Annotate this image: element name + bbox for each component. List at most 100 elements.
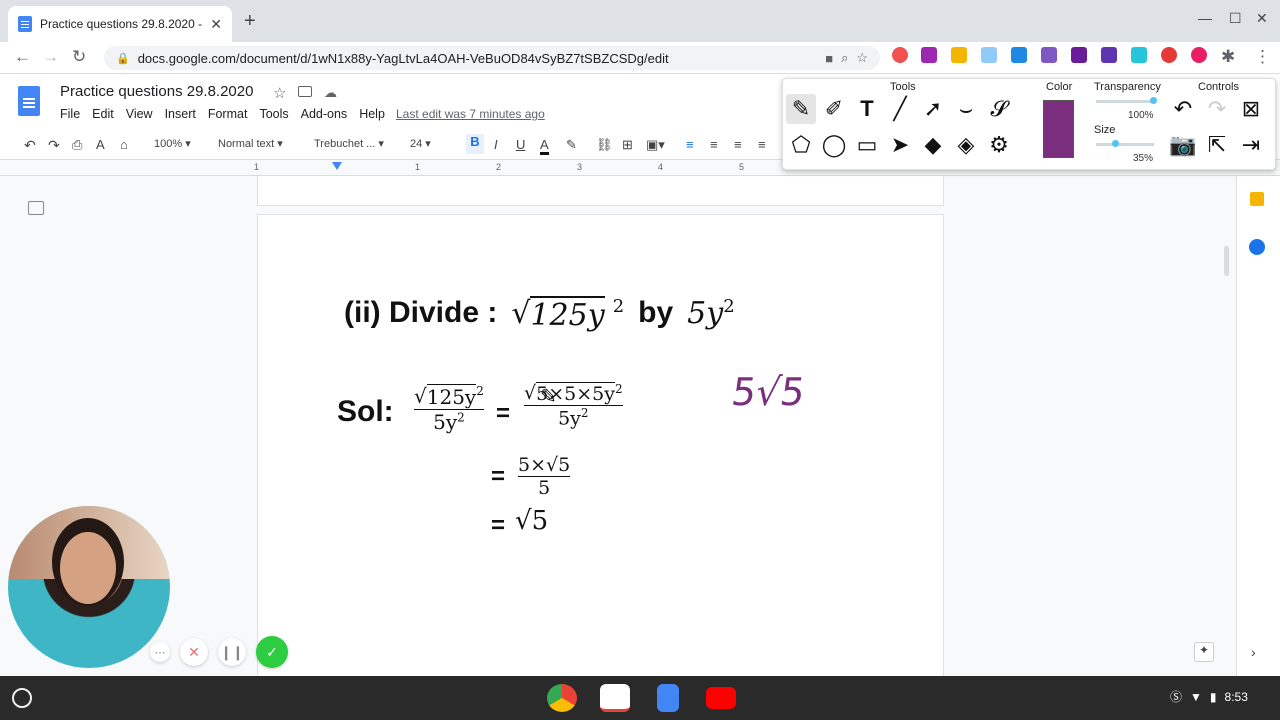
freeform-tool-icon[interactable]: 𝓢 xyxy=(984,94,1014,124)
menu-view[interactable]: View xyxy=(126,107,153,121)
extension-icon[interactable] xyxy=(951,47,967,63)
menu-dots-icon[interactable]: ⋮ xyxy=(1254,47,1271,67)
status-area[interactable]: Ⓢ ▼ ▮ 8:53 xyxy=(1170,688,1248,705)
more-options-icon[interactable]: ⋯ xyxy=(150,642,170,662)
undo-icon[interactable]: ↶ xyxy=(24,137,36,154)
gmail-app-icon[interactable] xyxy=(600,684,630,712)
undo-control-icon[interactable]: ↶ xyxy=(1168,94,1198,124)
address-bar[interactable]: 🔒 docs.google.com/document/d/1wN1x88y-Ya… xyxy=(104,46,880,70)
link-icon[interactable]: ⛓ xyxy=(596,137,613,153)
extension-icon[interactable] xyxy=(1011,47,1027,63)
page-current[interactable] xyxy=(257,214,944,684)
extension-icon[interactable] xyxy=(1191,47,1207,63)
settings-gear-icon[interactable]: ⚙ xyxy=(984,130,1014,160)
text-tool-icon[interactable]: T xyxy=(852,94,882,124)
open-external-icon[interactable]: ⇱ xyxy=(1202,130,1232,160)
clear-control-icon[interactable]: ⊠ xyxy=(1236,94,1266,124)
browser-tab[interactable]: Practice questions 29.8.2020 - G ✕ xyxy=(8,6,232,42)
menu-insert[interactable]: Insert xyxy=(165,107,196,121)
youtube-app-icon[interactable] xyxy=(706,687,736,709)
menu-edit[interactable]: Edit xyxy=(92,107,114,121)
underline-button[interactable]: U xyxy=(516,137,525,152)
comment-icon[interactable]: ⊞ xyxy=(622,137,633,153)
justify-icon[interactable]: ≡ xyxy=(758,137,766,152)
keep-icon[interactable] xyxy=(1250,192,1264,206)
cancel-recording-icon[interactable]: ✕ xyxy=(180,638,208,666)
rectangle-tool-icon[interactable]: ▭ xyxy=(852,130,882,160)
zoom-icon[interactable]: ⌕ xyxy=(841,50,848,66)
menu-addons[interactable]: Add-ons xyxy=(301,107,348,121)
curve-tool-icon[interactable]: ⌣ xyxy=(951,94,981,124)
expand-panel-icon[interactable]: › xyxy=(1251,644,1256,660)
arrow-tool-icon[interactable]: ➚ xyxy=(918,94,948,124)
finish-recording-icon[interactable]: ✓ xyxy=(256,636,288,668)
menu-file[interactable]: File xyxy=(60,107,80,121)
align-left-icon[interactable]: ≡ xyxy=(686,137,694,152)
extension-icon[interactable] xyxy=(1101,47,1117,63)
redo-icon[interactable]: ↷ xyxy=(48,137,60,154)
webcam-bubble[interactable] xyxy=(8,506,170,668)
launcher-icon[interactable] xyxy=(12,688,32,708)
font-size-select[interactable]: 24 ▾ xyxy=(410,137,431,150)
image-icon[interactable]: ▣▾ xyxy=(646,137,665,153)
ellipse-tool-icon[interactable]: ◯ xyxy=(819,130,849,160)
print-icon[interactable]: ⎙ xyxy=(72,137,82,153)
bold-button[interactable]: B xyxy=(466,134,484,154)
align-right-icon[interactable]: ≡ xyxy=(734,137,742,152)
last-edit-link[interactable]: Last edit was 7 minutes ago xyxy=(396,107,545,121)
align-center-icon[interactable]: ≡ xyxy=(710,137,718,152)
paint-format-icon[interactable]: ⌂ xyxy=(120,137,128,152)
extension-icon[interactable] xyxy=(1071,47,1087,63)
exit-icon[interactable]: ⇥ xyxy=(1236,130,1266,160)
chrome-app-icon[interactable] xyxy=(547,684,577,712)
camera-icon[interactable]: ■ xyxy=(825,51,833,66)
pen-extension-icon[interactable] xyxy=(921,47,937,63)
screenshot-camera-icon[interactable]: 📷 xyxy=(1168,130,1198,160)
transparency-slider[interactable] xyxy=(1096,100,1154,103)
folder-icon[interactable] xyxy=(298,86,312,97)
redo-control-icon[interactable]: ↷ xyxy=(1202,94,1232,124)
close-window-icon[interactable]: ✕ xyxy=(1256,10,1268,27)
extension-icon[interactable] xyxy=(892,47,908,63)
fill-tool-icon[interactable]: ◈ xyxy=(951,130,981,160)
docs-logo-icon[interactable] xyxy=(18,86,40,116)
zoom-select[interactable]: 100% ▾ xyxy=(154,137,191,150)
scrollbar-thumb[interactable] xyxy=(1224,246,1229,276)
star-icon[interactable]: ☆ xyxy=(273,84,286,102)
font-select[interactable]: Trebuchet ... ▾ xyxy=(314,137,384,150)
extension-icon[interactable] xyxy=(1131,47,1147,63)
new-tab-button[interactable]: + xyxy=(244,10,256,33)
extension-icon[interactable] xyxy=(1161,47,1177,63)
outline-icon[interactable] xyxy=(28,201,44,215)
explore-icon[interactable]: ✦ xyxy=(1194,642,1214,662)
style-select[interactable]: Normal text ▾ xyxy=(218,137,283,150)
size-handle[interactable] xyxy=(1112,140,1119,147)
minimize-icon[interactable]: — xyxy=(1198,10,1212,26)
marker-tool-icon[interactable]: ✐ xyxy=(819,94,849,124)
size-slider[interactable] xyxy=(1096,143,1154,146)
document-title[interactable]: Practice questions 29.8.2020 xyxy=(60,83,253,100)
menu-help[interactable]: Help xyxy=(359,107,385,121)
line-tool-icon[interactable]: ╱ xyxy=(885,94,915,124)
bookmark-star-icon[interactable]: ☆ xyxy=(856,50,868,66)
menu-format[interactable]: Format xyxy=(208,107,248,121)
menu-tools[interactable]: Tools xyxy=(259,107,288,121)
transparency-handle[interactable] xyxy=(1150,97,1157,104)
italic-button[interactable]: I xyxy=(494,137,498,152)
reload-icon[interactable]: ↻ xyxy=(72,47,86,67)
back-icon[interactable]: ← xyxy=(14,47,31,67)
puzzle-icon[interactable]: ✱ xyxy=(1221,47,1235,67)
spellcheck-icon[interactable]: A xyxy=(96,137,105,152)
cloud-icon[interactable]: ☁ xyxy=(324,85,337,101)
tasks-icon[interactable] xyxy=(1249,239,1265,255)
eraser-tool-icon[interactable]: ◆ xyxy=(918,130,948,160)
text-color-icon[interactable]: A xyxy=(540,137,549,155)
color-swatch[interactable] xyxy=(1043,100,1074,158)
extension-icon[interactable] xyxy=(981,47,997,63)
pause-recording-icon[interactable]: ❙❙ xyxy=(218,638,246,666)
pointer-tool-icon[interactable]: ➤ xyxy=(885,130,915,160)
maximize-icon[interactable]: ☐ xyxy=(1229,10,1242,27)
pen-tool-icon[interactable]: ✎ xyxy=(786,94,816,124)
polygon-tool-icon[interactable]: ⬠ xyxy=(786,130,816,160)
extension-icon[interactable] xyxy=(1041,47,1057,63)
